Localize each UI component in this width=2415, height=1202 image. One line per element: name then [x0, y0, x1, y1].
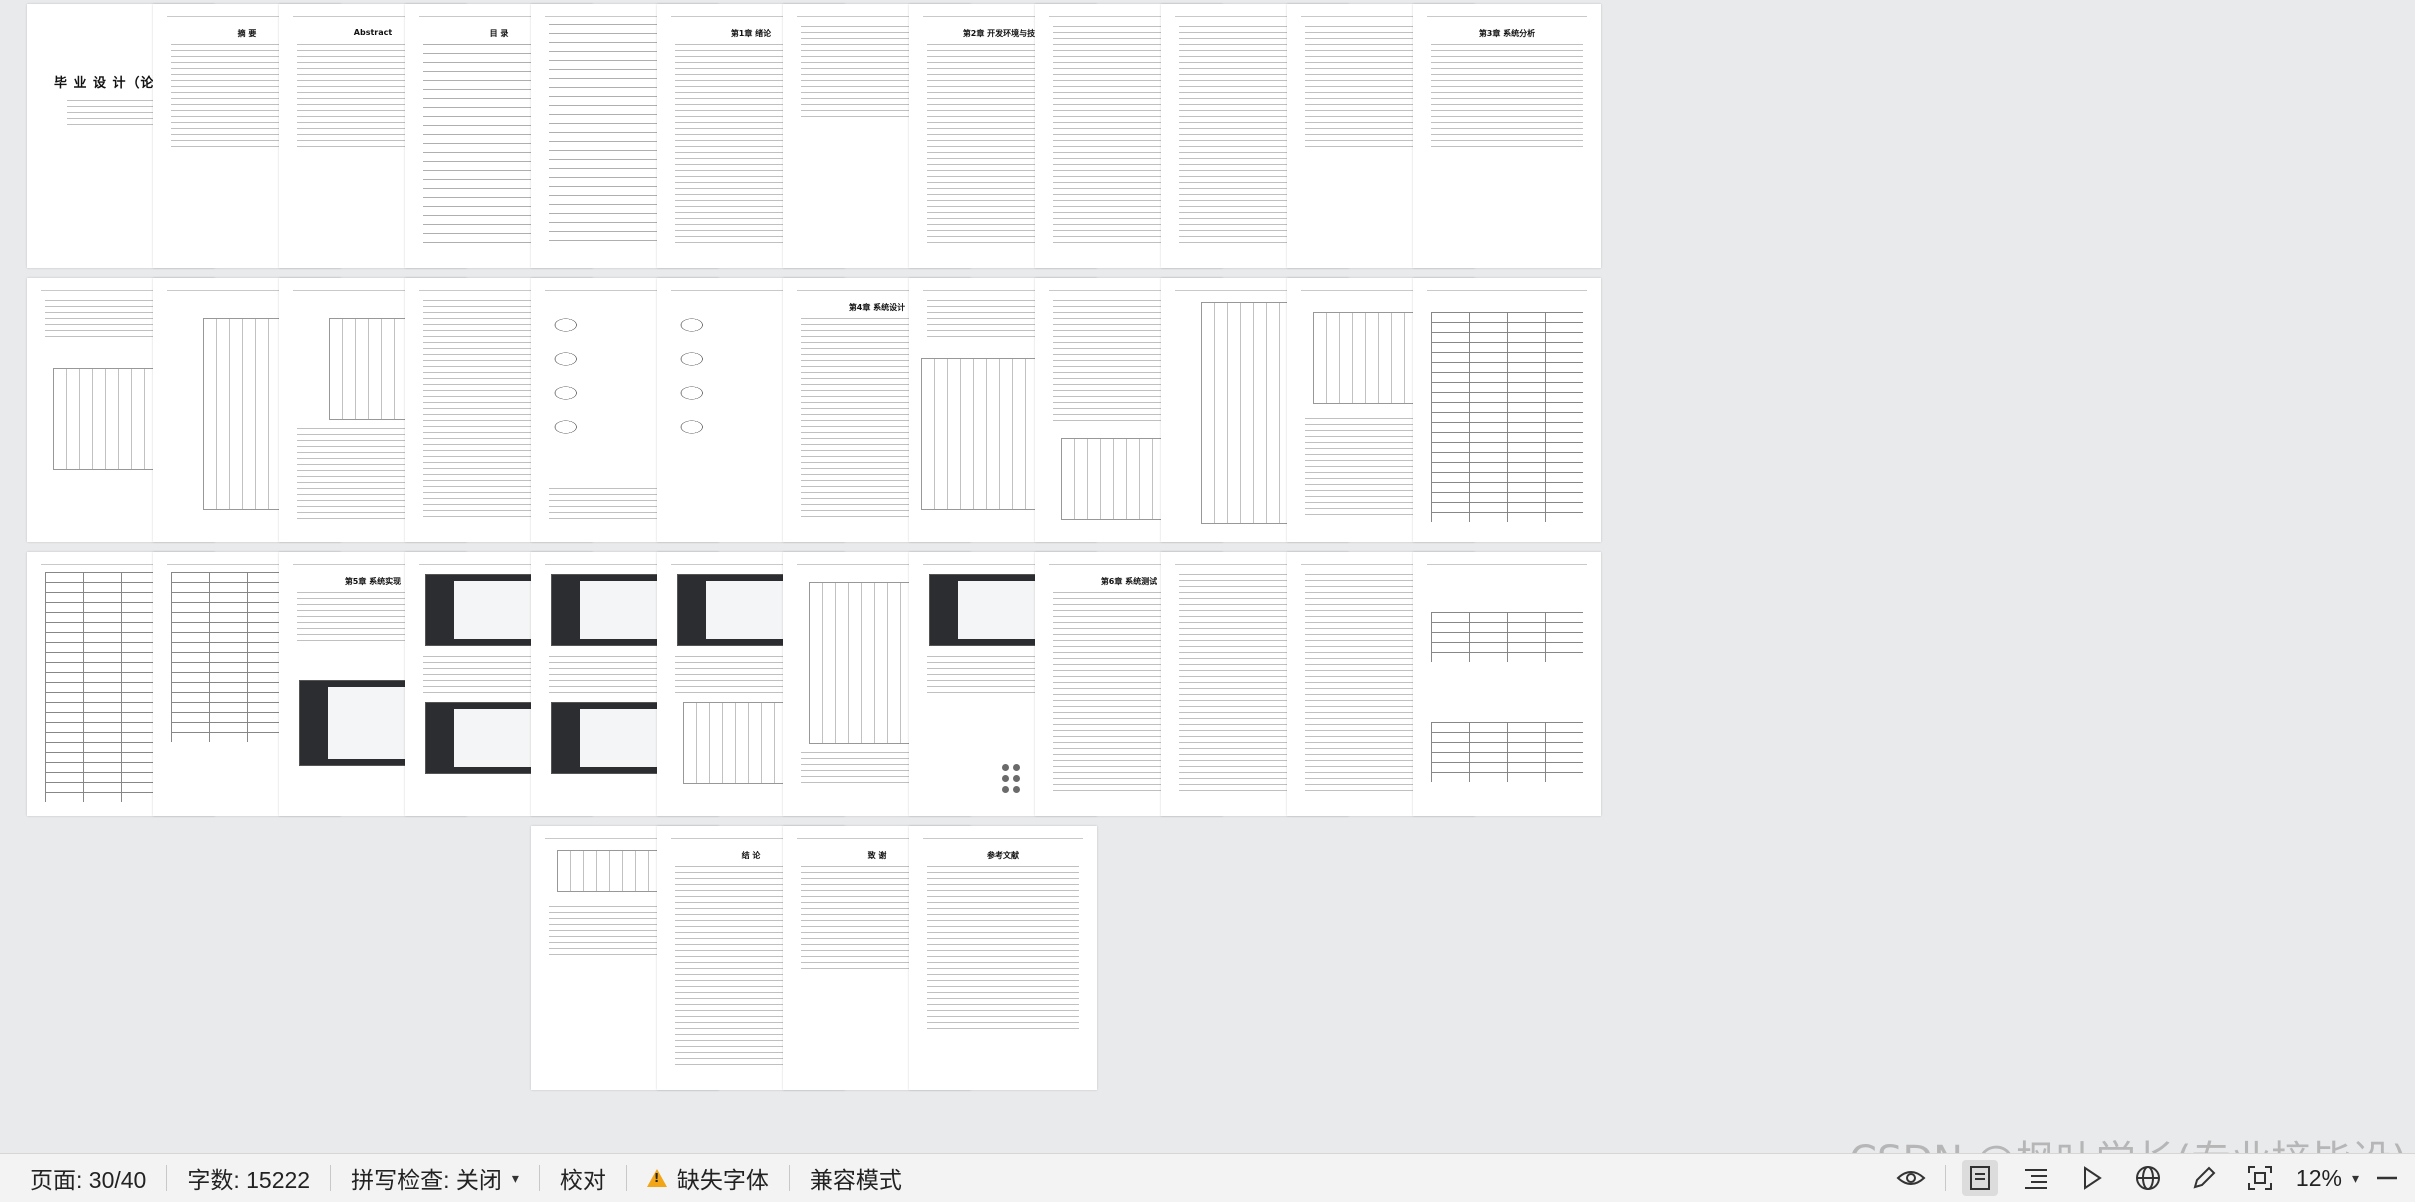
zoom-level[interactable]: 12% ▾ [2296, 1165, 2359, 1192]
flowchart [203, 318, 291, 510]
page-indicator[interactable]: 页面: 30/40 [30, 1161, 146, 1195]
chevron-down-icon: ▾ [2351, 1169, 2359, 1186]
page-title: 第3章 系统分析 [1478, 29, 1536, 38]
page-thumbnail[interactable]: 参考文献 [909, 826, 1097, 1090]
spell-check-label: 拼写检查: 关闭 [351, 1167, 502, 1193]
page-thumbnail[interactable]: 第3章 系统分析 [1413, 4, 1601, 268]
document-canvas[interactable]: 毕 业 设 计（论 文） 摘 要 Abstract 目 录 第1章 绪论 第2章… [0, 0, 2415, 1153]
pen-icon[interactable] [2186, 1160, 2222, 1196]
spell-check-toggle[interactable]: 拼写检查: 关闭 ▾ [351, 1161, 519, 1195]
eye-icon[interactable] [1893, 1160, 1929, 1196]
word-count[interactable]: 字数: 15222 [187, 1161, 310, 1195]
page-title: 参考文献 [987, 851, 1019, 860]
globe-icon[interactable] [2130, 1160, 2166, 1196]
page-thumbnail[interactable] [1413, 552, 1601, 816]
missing-font-label: 缺失字体 [676, 1167, 769, 1193]
warning-icon [646, 1169, 667, 1187]
data-table [1431, 312, 1583, 522]
fit-page-icon[interactable] [2242, 1160, 2278, 1196]
drag-handle-icon[interactable] [1002, 764, 1022, 794]
data-table [1431, 722, 1583, 782]
missing-font-button[interactable]: 缺失字体 [646, 1161, 769, 1195]
zoom-out-icon[interactable] [2369, 1160, 2405, 1196]
compat-mode-label: 兼容模式 [809, 1167, 902, 1193]
page-thumbnail[interactable] [1413, 278, 1601, 542]
flowchart [329, 318, 417, 420]
play-icon[interactable] [2074, 1160, 2110, 1196]
status-bar: 页面: 30/40 字数: 15222 拼写检查: 关闭 ▾ 校对 缺失字体 兼… [0, 1153, 2415, 1202]
page-view-icon[interactable] [1961, 1160, 1998, 1196]
data-table [1431, 612, 1583, 662]
chevron-down-icon: ▾ [511, 1169, 519, 1186]
outline-icon[interactable] [2018, 1160, 2054, 1196]
proofread-button[interactable]: 校对 [560, 1161, 606, 1195]
zoom-value: 12% [2295, 1164, 2342, 1191]
